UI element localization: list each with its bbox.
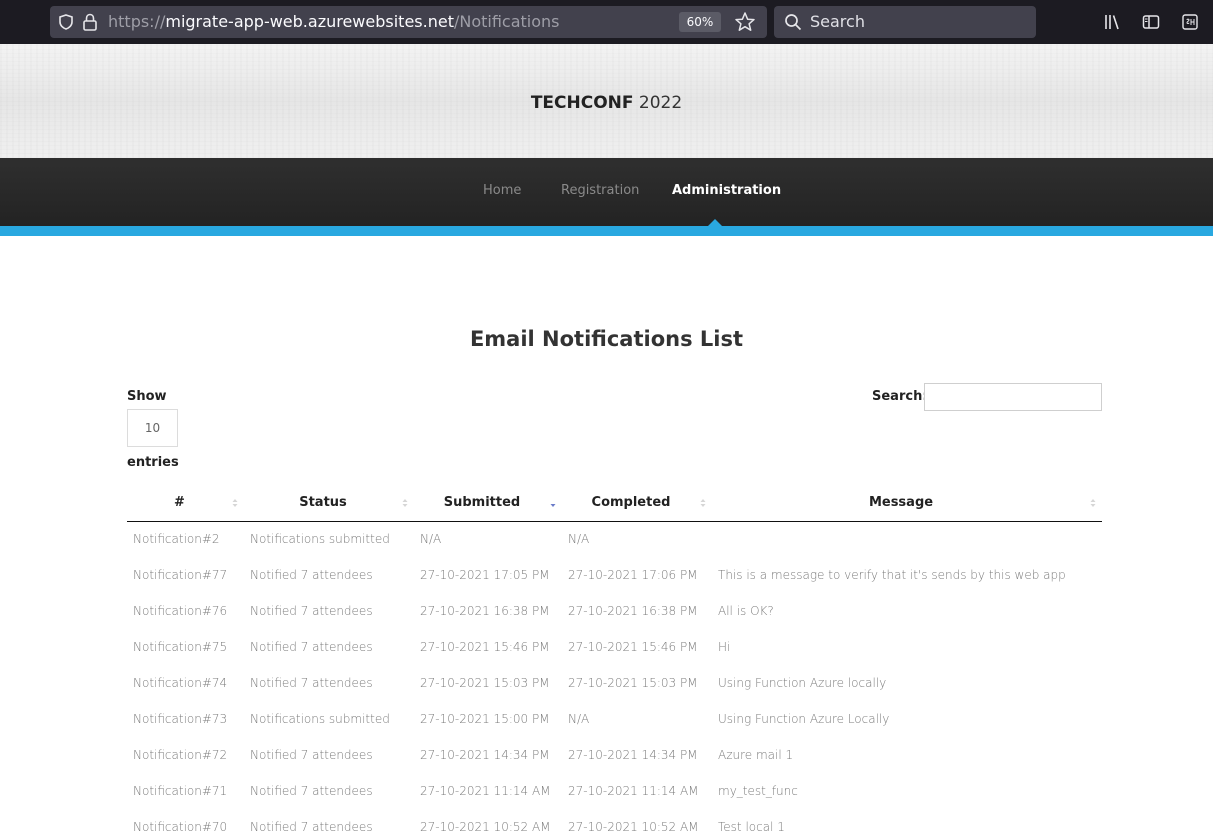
- column-header-id[interactable]: #: [127, 485, 244, 522]
- notifications-table: # Status Submitted Completed Message Not…: [127, 485, 1102, 832]
- library-icon[interactable]: [1102, 12, 1122, 32]
- table-row[interactable]: Notification#77 Notified 7 attendees 27-10…: [127, 557, 1102, 593]
- cell-completed: 27-10-2021 11:14 AM: [568, 784, 699, 798]
- main-nav: Home Registration Administration: [0, 158, 1213, 226]
- site-brand[interactable]: TECHCONF 2022: [0, 92, 1213, 114]
- url-text[interactable]: https://migrate-app-web.azurewebsites.ne…: [108, 12, 560, 32]
- cell-id: Notification#77: [133, 568, 228, 582]
- cell-status: Notified 7 attendees: [250, 676, 373, 690]
- nav-item-home[interactable]: Home: [483, 182, 521, 200]
- table-row[interactable]: Notification#73 Notifications submitted 27…: [127, 701, 1102, 737]
- cell-submitted: 27-10-2021 17:05 PM: [420, 568, 550, 582]
- page-title: Email Notifications List: [469, 327, 744, 351]
- table-row[interactable]: Notification#75 Notified 7 attendees 27-10…: [127, 629, 1102, 665]
- url-path: /Notifications: [453, 12, 560, 31]
- cell-id: Notification#2: [133, 532, 220, 547]
- table-row[interactable]: Notification#74 Notified 7 attendees 27-10…: [127, 665, 1102, 701]
- table-row[interactable]: Notification#2 Notifications submitted N/A…: [127, 521, 1102, 557]
- cell-id: Notification#70: [133, 820, 228, 832]
- cell-status: Notified 7 attendees: [250, 568, 373, 582]
- cell-submitted: 27-10-2021 15:03 PM: [420, 676, 550, 690]
- browser-search-box[interactable]: Search: [774, 6, 1036, 38]
- cell-completed: 27-10-2021 15:46 PM: [568, 640, 698, 654]
- entries-label: entries: [127, 455, 179, 470]
- nav-item-administration[interactable]: Administration: [672, 182, 781, 200]
- cell-message: Using Function Azure locally: [718, 676, 887, 690]
- brand-year: 2022: [633, 93, 683, 113]
- sort-both-icon: [232, 499, 238, 507]
- cell-id: Notification#76: [133, 604, 228, 618]
- table-row[interactable]: Notification#72 Notified 7 attendees 27-10…: [127, 737, 1102, 773]
- column-header-submitted[interactable]: Submitted: [414, 485, 562, 522]
- extension-icon[interactable]: [1180, 12, 1200, 32]
- table-search-input[interactable]: [924, 383, 1102, 411]
- cell-submitted: N/A: [420, 532, 442, 547]
- cell-status: Notified 7 attendees: [250, 604, 373, 618]
- cell-message: Test local 1: [718, 820, 785, 832]
- cell-completed: 27-10-2021 10:52 AM: [568, 820, 699, 832]
- cell-message: Azure mail 1: [718, 748, 794, 762]
- column-header-message[interactable]: Message: [712, 485, 1102, 522]
- nav-item-registration[interactable]: Registration: [561, 182, 639, 200]
- cell-message: [712, 521, 1102, 557]
- cell-id: Notification#71: [133, 784, 228, 798]
- table-row[interactable]: Notification#71 Notified 7 attendees 27-10…: [127, 773, 1102, 809]
- sort-both-icon: [700, 499, 706, 507]
- sidebar-icon[interactable]: [1141, 12, 1161, 32]
- lock-icon[interactable]: [82, 13, 98, 31]
- shield-icon[interactable]: [59, 14, 73, 30]
- sort-both-icon: [402, 499, 408, 507]
- cell-completed: N/A: [568, 532, 590, 547]
- cell-status: Notifications submitted: [250, 712, 390, 726]
- cell-submitted: 27-10-2021 14:34 PM: [420, 748, 550, 762]
- site-header: TECHCONF 2022: [0, 44, 1213, 158]
- cell-id: Notification#72: [133, 748, 228, 762]
- cell-message: All is OK?: [718, 604, 774, 618]
- cell-status: Notified 7 attendees: [250, 748, 373, 762]
- brand-name: TECHCONF: [530, 93, 634, 113]
- browser-search-placeholder: Search: [810, 12, 865, 31]
- table-row[interactable]: Notification#70 Notified 7 attendees 27-10…: [127, 809, 1102, 832]
- cell-status: Notifications submitted: [250, 532, 390, 547]
- cell-completed: 27-10-2021 16:38 PM: [568, 604, 698, 618]
- nav-accent-bar: [0, 226, 1213, 236]
- cell-completed: N/A: [568, 712, 590, 726]
- column-header-completed[interactable]: Completed: [562, 485, 712, 522]
- url-protocol: https://: [108, 12, 166, 31]
- search-icon: [785, 14, 802, 31]
- cell-submitted: 27-10-2021 16:38 PM: [420, 604, 550, 618]
- column-header-status[interactable]: Status: [244, 485, 414, 522]
- cell-submitted: 27-10-2021 11:14 AM: [420, 784, 551, 798]
- cell-status: Notified 7 attendees: [250, 640, 373, 654]
- cell-id: Notification#75: [133, 640, 228, 654]
- show-label: Show: [127, 389, 167, 404]
- cell-id: Notification#73: [133, 712, 228, 726]
- table-body: Notification#2 Notifications submitted N/A…: [127, 521, 1102, 832]
- table-search-label: Search:: [872, 389, 928, 404]
- cell-status: Notified 7 attendees: [250, 820, 373, 832]
- sort-desc-icon: [550, 504, 556, 507]
- cell-message: This is a message to verify that it's se…: [718, 568, 1066, 582]
- table-row[interactable]: Notification#76 Notified 7 attendees 27-10…: [127, 593, 1102, 629]
- cell-message: Hi: [718, 640, 731, 654]
- cell-submitted: 27-10-2021 15:46 PM: [420, 640, 550, 654]
- sort-both-icon: [1090, 499, 1096, 507]
- browser-toolbar: https://migrate-app-web.azurewebsites.ne…: [0, 0, 1213, 44]
- zoom-level-button[interactable]: 60%: [679, 12, 721, 32]
- cell-status: Notified 7 attendees: [250, 784, 373, 798]
- cell-completed: 27-10-2021 14:34 PM: [568, 748, 698, 762]
- cell-submitted: 27-10-2021 15:00 PM: [420, 712, 550, 726]
- cell-completed: 27-10-2021 17:06 PM: [568, 568, 698, 582]
- page-length-select[interactable]: 10: [127, 409, 178, 447]
- star-icon[interactable]: [734, 11, 756, 33]
- table-header-row: # Status Submitted Completed Message: [127, 485, 1102, 522]
- cell-completed: 27-10-2021 15:03 PM: [568, 676, 698, 690]
- cell-message: Using Function Azure Locally: [718, 712, 890, 726]
- cell-submitted: 27-10-2021 10:52 AM: [420, 820, 551, 832]
- cell-id: Notification#74: [133, 676, 228, 690]
- cell-message: my_test_func: [718, 784, 798, 798]
- url-host: migrate-app-web.azurewebsites.net: [165, 12, 454, 31]
- address-bar[interactable]: https://migrate-app-web.azurewebsites.ne…: [50, 6, 767, 38]
